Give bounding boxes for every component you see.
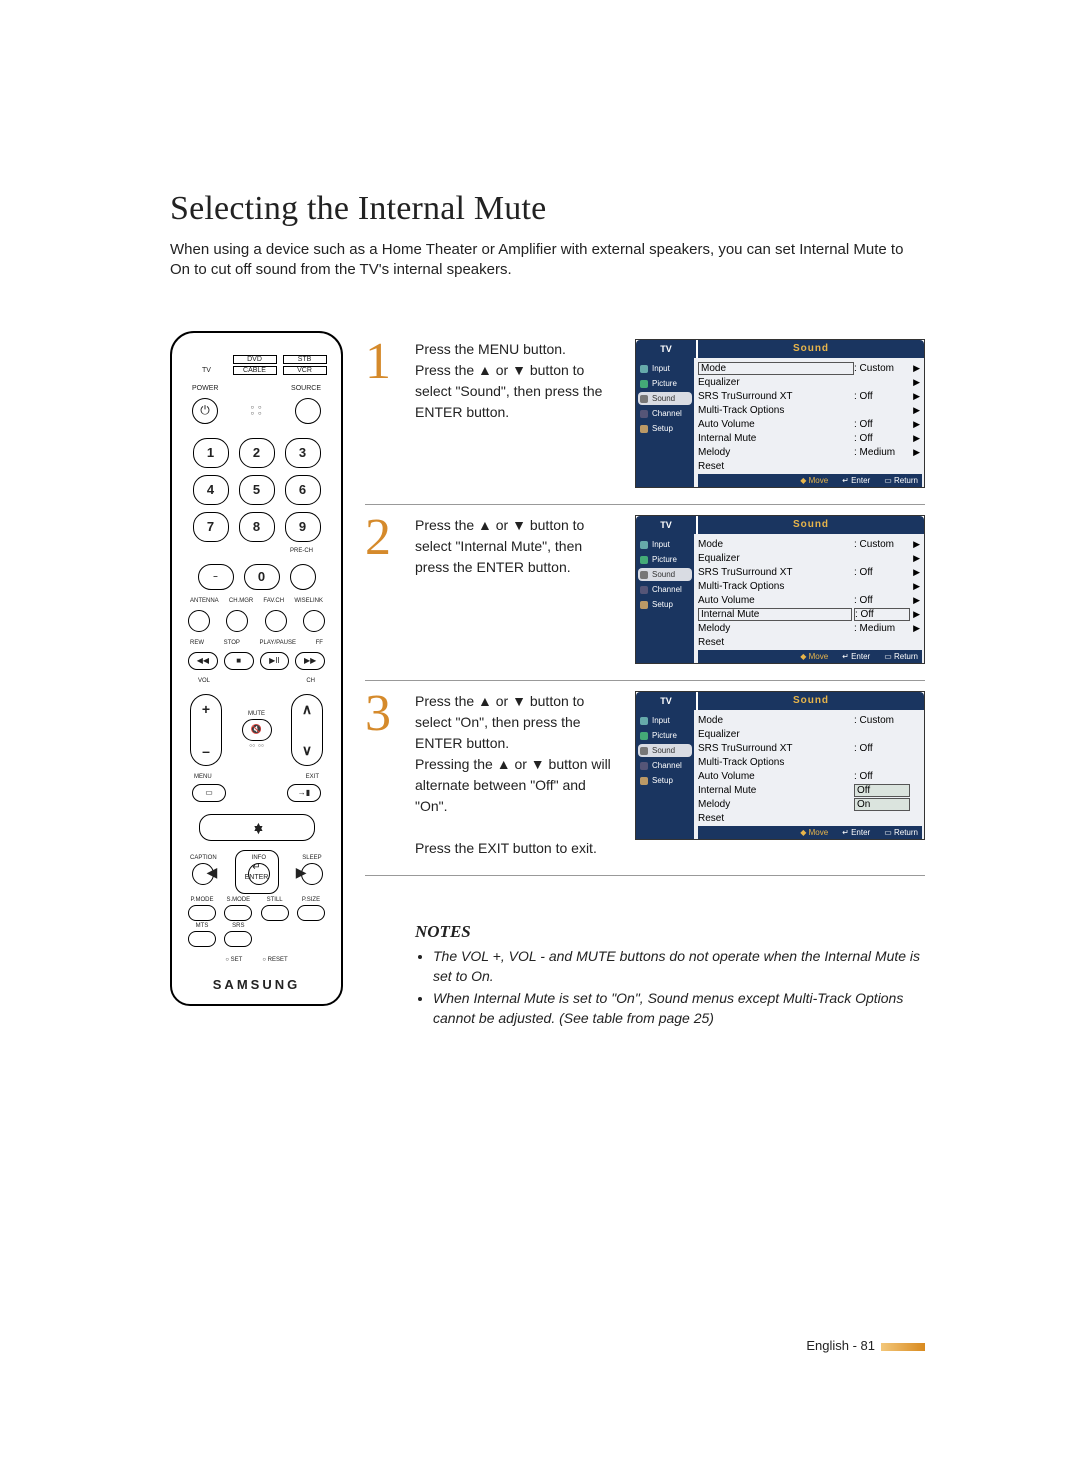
remote-illustration: DVDSTB TVCABLEVCR POWERSOURCE ⏻ ○ ○○ ○ 1… <box>170 331 343 1006</box>
content-row: DVDSTB TVCABLEVCR POWERSOURCE ⏻ ○ ○○ ○ 1… <box>170 331 925 1031</box>
notes-title: NOTES <box>415 922 925 942</box>
step-number-2: 2 <box>365 515 395 664</box>
step-1: 1 Press the MENU button. Press the ▲ or … <box>365 331 925 505</box>
num-2: 2 <box>239 438 275 468</box>
page-title: Selecting the Internal Mute <box>170 190 925 228</box>
page-footer: English - 81 <box>806 1338 925 1353</box>
stop-button: ■ <box>224 652 254 670</box>
num-4: 4 <box>193 475 229 505</box>
prech-button <box>290 564 316 590</box>
dash-button: – <box>198 564 234 590</box>
notes-section: NOTES The VOL +, VOL - and MUTE buttons … <box>365 922 925 1029</box>
ch-rocker: ∧∨ <box>291 694 323 766</box>
num-3: 3 <box>285 438 321 468</box>
step-text-1: Press the MENU button. Press the ▲ or ▼ … <box>415 339 615 488</box>
step-3: 3 Press the ▲ or ▼ button to select "On"… <box>365 683 925 876</box>
brand-logo: SAMSUNG <box>213 977 300 992</box>
num-7: 7 <box>193 512 229 542</box>
osd-screenshot-2: TVSound Input Picture Sound Channel Setu… <box>635 515 925 664</box>
source-label: SOURCE <box>291 385 321 392</box>
note-2: When Internal Mute is set to "On", Sound… <box>433 988 925 1029</box>
note-1: The VOL +, VOL - and MUTE buttons do not… <box>433 946 925 987</box>
dev-dvd: DVD <box>233 355 277 364</box>
num-1: 1 <box>193 438 229 468</box>
vol-rocker: +– <box>190 694 222 766</box>
num-8: 8 <box>239 512 275 542</box>
intro-text: When using a device such as a Home Theat… <box>170 240 925 281</box>
dev-tv: TV <box>187 367 227 374</box>
dpad: ▲ ▼ ◀ ▶ ↵ENTER <box>199 814 315 841</box>
osd-screenshot-1: TVSound Input Picture Sound Channel Setu… <box>635 339 925 488</box>
step-number-1: 1 <box>365 339 395 488</box>
steps-column: 1 Press the MENU button. Press the ▲ or … <box>365 331 925 1031</box>
step-text-2: Press the ▲ or ▼ button to select "Inter… <box>415 515 615 664</box>
prech-label: PRE-CH <box>184 548 329 554</box>
mute-button: 🔇 <box>242 719 272 741</box>
step-2: 2 Press the ▲ or ▼ button to select "Int… <box>365 507 925 681</box>
dev-vcr: VCR <box>283 366 327 375</box>
ff-button: ▶▶ <box>295 652 325 670</box>
menu-button: ▭ <box>192 784 226 802</box>
dev-cable: CABLE <box>233 366 277 375</box>
rew-button: ◀◀ <box>188 652 218 670</box>
source-button <box>295 398 321 424</box>
remote-column: DVDSTB TVCABLEVCR POWERSOURCE ⏻ ○ ○○ ○ 1… <box>170 331 343 1031</box>
power-label: POWER <box>192 385 218 392</box>
exit-button: →▮ <box>287 784 321 802</box>
num-9: 9 <box>285 512 321 542</box>
num-5: 5 <box>239 475 275 505</box>
power-button: ⏻ <box>192 398 218 424</box>
step-text-3: Press the ▲ or ▼ button to select "On", … <box>415 691 615 859</box>
step-number-3: 3 <box>365 691 395 859</box>
play-button: ▶II <box>260 652 290 670</box>
osd-screenshot-3: TVSound Input Picture Sound Channel Setu… <box>635 691 925 840</box>
num-6: 6 <box>285 475 321 505</box>
num-0: 0 <box>244 564 280 590</box>
dev-stb: STB <box>283 355 327 364</box>
